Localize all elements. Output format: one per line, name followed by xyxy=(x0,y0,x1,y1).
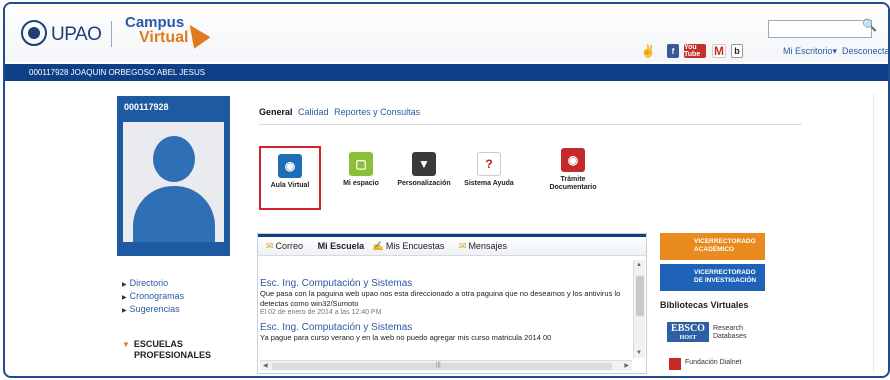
mail-icon: ✉ xyxy=(266,241,274,251)
sistema-ayuda-label: Sistema Ayuda xyxy=(464,180,514,187)
tab-mi-escuela[interactable]: Mi Escuela xyxy=(318,241,365,251)
vicerrectorado-investigacion-banner[interactable]: VICERRECTORADO DE INVESTIGACIÓN xyxy=(660,264,765,291)
left-links: ▶ Directorio ▶ Cronogramas ▶ Sugerencias xyxy=(122,278,184,317)
escuelas-profesionales-menu[interactable]: ▼ ESCUELAS PROFESIONALES xyxy=(122,339,211,361)
tab-general[interactable]: General xyxy=(259,107,293,117)
personalizacion-icon: ▼ xyxy=(412,152,436,176)
scroll-down-icon[interactable]: ▼ xyxy=(636,350,642,356)
hscroll-thumb[interactable] xyxy=(272,363,612,370)
escuelas-label-2: PROFESIONALES xyxy=(134,350,212,360)
grip-icon: ||| xyxy=(436,362,441,368)
scroll-left-icon[interactable]: ◀ xyxy=(263,362,268,369)
tab-correo-label: Correo xyxy=(275,241,304,251)
ebsco-logo[interactable]: EBSCO HOST xyxy=(667,322,709,342)
aula-virtual-icon: ◉ xyxy=(278,154,302,178)
tab-divider xyxy=(259,124,802,125)
scroll-thumb[interactable] xyxy=(636,276,644,316)
messages-panel: ✉ Correo Mi Escuela ✍ Mis Encuestas ✉ Mensa… xyxy=(257,233,647,374)
tab-mis-encuestas[interactable]: ✍ Mis Encuestas xyxy=(373,241,451,251)
tab-mis-encuestas-label: Mis Encuestas xyxy=(385,241,445,251)
bullet-icon: ▶ xyxy=(122,295,127,301)
right-divider xyxy=(873,94,874,374)
sistema-ayuda-button[interactable]: ? Sistema Ayuda xyxy=(457,146,521,188)
tab-reportes-consultas[interactable]: Reportes y Consultas xyxy=(334,107,420,117)
personalizacion-button[interactable]: ▼ Personalización xyxy=(392,146,456,188)
help-question-icon: ? xyxy=(477,152,501,176)
aula-virtual-button[interactable]: ◉ Aula Virtual xyxy=(259,146,321,210)
header: UPAO Campus Virtual 🔍 ✌ f You Tube M b M… xyxy=(5,4,888,62)
upao-logo[interactable]: UPAO xyxy=(51,24,102,46)
sugerencias-label: Sugerencias xyxy=(129,304,180,314)
campus-logo-text[interactable]: Campus xyxy=(125,15,184,30)
message-list: Esc. Ing. Computación y Sistemas Que pas… xyxy=(260,278,632,349)
message-date: El 02 de enero de 2014 a las 12:40 PM xyxy=(260,309,382,316)
ebsco-label: EBSCO xyxy=(671,323,705,334)
cronogramas-label: Cronogramas xyxy=(129,291,185,301)
ebsco-subtitle: Research Databases xyxy=(713,325,746,341)
directorio-label: Directorio xyxy=(129,278,169,288)
youtube-icon[interactable]: You Tube xyxy=(684,44,706,58)
tab-calidad[interactable]: Calidad xyxy=(298,107,329,117)
profile-card: 000117928 xyxy=(117,96,230,256)
dialnet-icon[interactable] xyxy=(669,358,681,370)
user-bar: 000117928 JOAQUIN ORBEGOSO ABEL JESUS xyxy=(5,64,888,81)
personalizacion-label: Personalización xyxy=(397,180,451,187)
tramite-label-2: Documentario xyxy=(549,184,597,191)
bibliotecas-heading: Bibliotecas Virtuales xyxy=(660,300,749,310)
gmail-icon[interactable]: M xyxy=(712,44,726,58)
cronogramas-link[interactable]: ▶ Cronogramas xyxy=(122,291,184,304)
escuelas-label-1: ESCUELAS xyxy=(133,339,183,349)
tab-mensajes-label: Mensajes xyxy=(468,241,507,251)
vicerrectorado-academico-banner[interactable]: VICERRECTORADO ACADÉMICO xyxy=(660,233,765,260)
mi-espacio-label: Mi espacio xyxy=(343,180,379,187)
list-item[interactable]: Esc. Ing. Computación y Sistemas Que pas… xyxy=(260,278,632,316)
vertical-scrollbar[interactable]: ▲ ▼ xyxy=(633,260,645,358)
bullet-icon: ▶ xyxy=(122,308,127,314)
ebsco-host-label: HOST xyxy=(679,335,697,341)
messages-tabs: ✉ Correo Mi Escuela ✍ Mis Encuestas ✉ Mensa… xyxy=(258,234,646,256)
message-body: Que pasa con la paguina web upao nos est… xyxy=(260,289,621,308)
browser-frame: UPAO Campus Virtual 🔍 ✌ f You Tube M b M… xyxy=(3,2,890,378)
triangle-down-icon: ▼ xyxy=(122,340,130,349)
scroll-up-icon[interactable]: ▲ xyxy=(636,262,642,268)
mi-escritorio-menu[interactable]: Mi Escritorio▾ xyxy=(783,46,837,57)
directorio-link[interactable]: ▶ Directorio xyxy=(122,278,184,291)
upao-seal-icon xyxy=(21,20,47,46)
aula-virtual-label: Aula Virtual xyxy=(270,182,310,189)
facebook-icon[interactable]: f xyxy=(667,44,679,58)
message-title[interactable]: Esc. Ing. Computación y Sistemas xyxy=(260,278,632,289)
tramite-documentario-button[interactable]: ◉ Trámite Documentario xyxy=(541,146,605,192)
scroll-right-icon[interactable]: ▶ xyxy=(624,362,629,369)
bullet-icon: ▶ xyxy=(122,282,127,288)
profile-code: 000117928 xyxy=(124,102,169,112)
logo-divider xyxy=(111,21,112,47)
search-icon[interactable]: 🔍 xyxy=(862,18,877,32)
main-tabs: General Calidad Reportes y Consultas xyxy=(259,107,423,117)
tab-mensajes[interactable]: ✉ Mensajes xyxy=(459,241,513,251)
horizontal-scrollbar[interactable]: ◀ ||| ▶ xyxy=(260,360,632,371)
avatar-body-icon xyxy=(133,186,215,242)
sugerencias-link[interactable]: ▶ Sugerencias xyxy=(122,304,184,317)
avatar-head-icon xyxy=(153,136,195,182)
tab-correo[interactable]: ✉ Correo xyxy=(266,241,309,251)
tramite-documentario-icon: ◉ xyxy=(561,148,585,172)
virtual-logo-text[interactable]: Virtual xyxy=(139,30,189,46)
mi-espacio-button[interactable]: ▢ Mi espacio xyxy=(329,146,393,188)
survey-icon: ✍ xyxy=(372,241,384,251)
mi-espacio-icon: ▢ xyxy=(349,152,373,176)
search-input[interactable] xyxy=(768,20,872,38)
tramite-label-1: Trámite xyxy=(560,176,586,183)
ebsco-sub2: Databases xyxy=(713,333,747,340)
ebsco-sub1: Research xyxy=(713,325,743,332)
hands-logo-icon[interactable]: ✌ xyxy=(637,44,659,58)
avatar[interactable] xyxy=(123,122,224,242)
desconectar-link[interactable]: Desconectar xyxy=(842,46,888,56)
blog-icon[interactable]: b xyxy=(731,44,743,58)
list-item[interactable]: Esc. Ing. Computación y Sistemas Ya pagu… xyxy=(260,322,632,343)
message-body: Ya pague para curso verano y en la web n… xyxy=(260,333,552,342)
envelope-icon: ✉ xyxy=(458,241,467,251)
message-title[interactable]: Esc. Ing. Computación y Sistemas xyxy=(260,322,632,333)
dialnet-link[interactable]: Fundación Dialnet xyxy=(685,359,741,366)
